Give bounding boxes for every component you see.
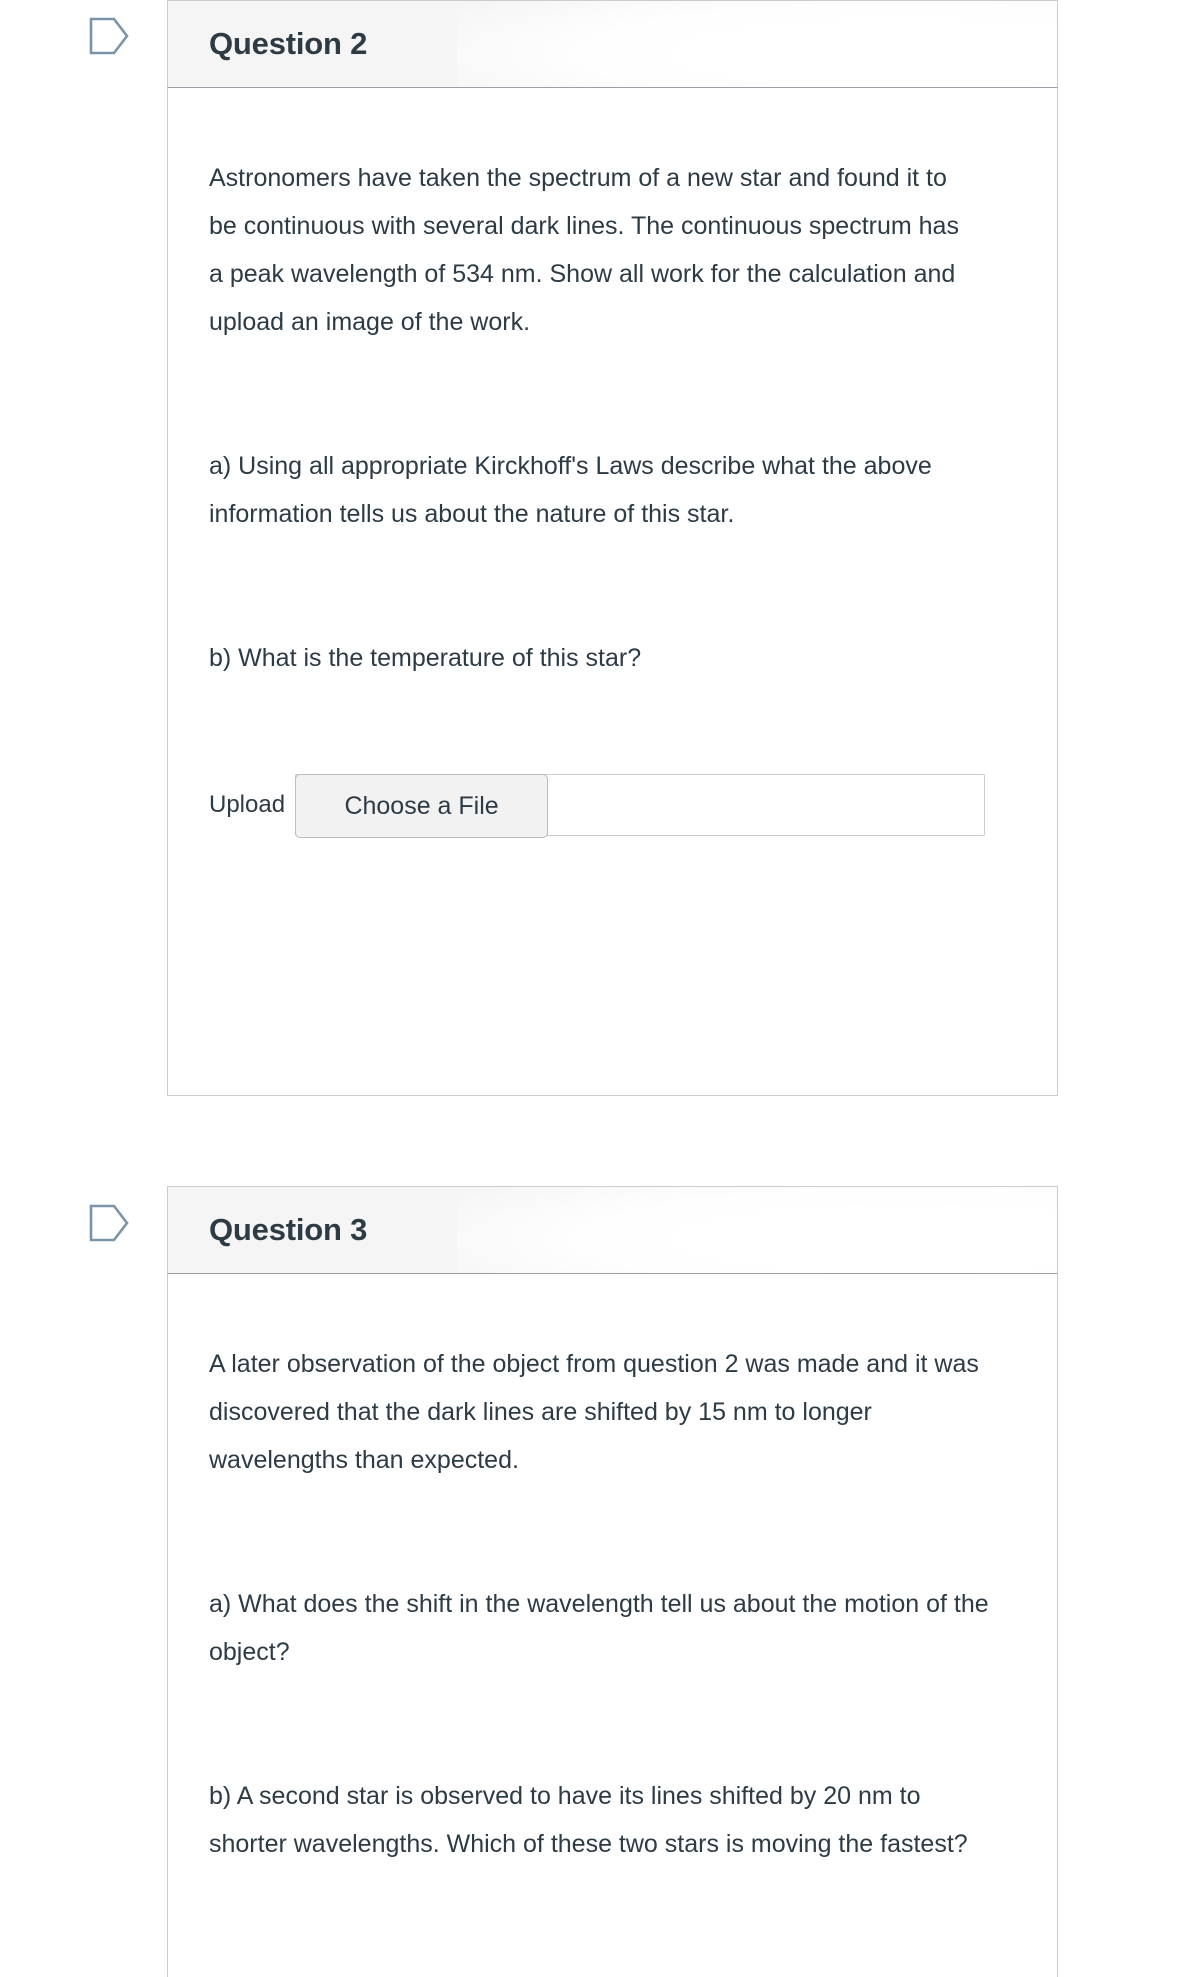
question-3-part-a: a) What does the shift in the wavelength… <box>209 1590 989 1666</box>
quiz-page: Question 2 Astronomers have taken the sp… <box>0 0 1200 1977</box>
question-3-part-b: b) A second star is observed to have its… <box>209 1782 968 1858</box>
question-block-2: Question 2 Astronomers have taken the sp… <box>167 0 1058 1096</box>
question-3-title: Question 3 <box>209 1212 368 1247</box>
file-upload-control[interactable]: Choose a File <box>295 774 986 838</box>
question-3-header: Question 3 <box>167 1186 1058 1274</box>
question-3-prompt: A later observation of the object from q… <box>209 1350 979 1474</box>
question-2-part-a: a) Using all appropriate Kirckhoff's Law… <box>209 452 932 528</box>
question-2-body: Astronomers have taken the spectrum of a… <box>167 88 1058 1096</box>
choose-a-file-button[interactable]: Choose a File <box>295 774 549 838</box>
selected-file-name <box>548 775 984 835</box>
flag-outline-icon[interactable] <box>88 1200 130 1246</box>
question-2-part-b: b) What is the temperature of this star? <box>209 644 642 672</box>
question-3-body: A later observation of the object from q… <box>167 1274 1058 1977</box>
question-2-header: Question 2 <box>167 0 1058 88</box>
question-2-prompt: Astronomers have taken the spectrum of a… <box>209 164 959 336</box>
upload-label: Upload <box>209 791 286 818</box>
flag-outline-icon[interactable] <box>88 13 130 59</box>
file-upload-row: Upload Choose a File <box>209 774 1017 838</box>
question-block-3: Question 3 A later observation of the ob… <box>167 1186 1058 1977</box>
question-2-title: Question 2 <box>209 26 368 61</box>
